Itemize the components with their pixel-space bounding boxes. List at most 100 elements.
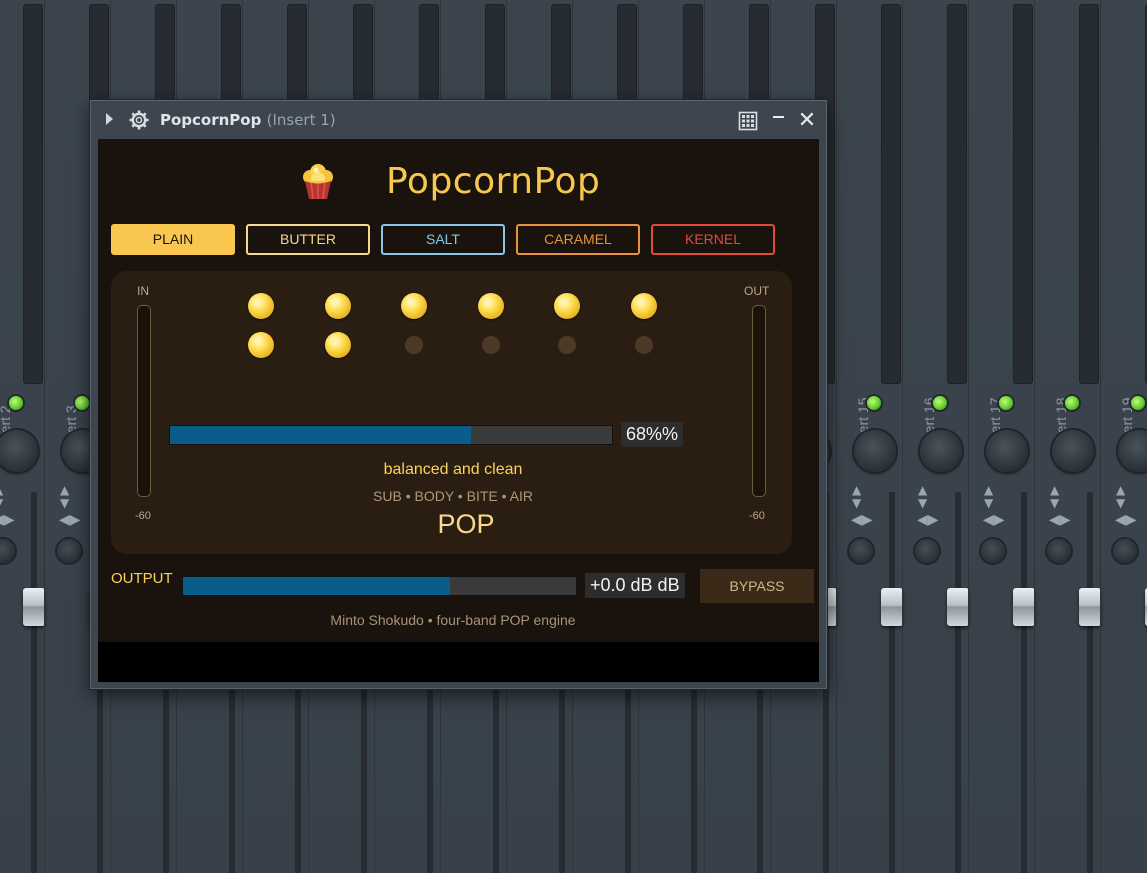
plugin-window: PopcornPop (Insert 1) ✕ PopcornPop PLAIN… <box>90 100 827 689</box>
in-meter <box>137 305 151 497</box>
mixer-strip: Insert 18 ▲ ▼ ◀▶ <box>1034 0 1101 873</box>
in-meter-label: IN <box>137 284 149 298</box>
out-meter-label: OUT <box>744 284 770 298</box>
window-title-insert: (Insert 1) <box>266 111 336 129</box>
strip-stereo-icon[interactable]: ▲▼ <box>852 484 861 510</box>
strip-fader[interactable] <box>1013 588 1035 626</box>
strip-swap-icon[interactable]: ◀▶ <box>917 512 939 528</box>
strip-fader-track <box>889 492 895 873</box>
strip-pan-knob[interactable] <box>1118 430 1147 472</box>
pop-dot-lit <box>554 293 580 319</box>
strip-enable-led[interactable] <box>867 396 881 410</box>
strip-pan-knob[interactable] <box>0 430 38 472</box>
strip-small-knob[interactable] <box>57 539 81 563</box>
triangle-right-icon[interactable] <box>106 113 113 125</box>
pop-dot-lit <box>324 332 351 358</box>
strip-enable-led[interactable] <box>75 396 89 410</box>
strip-enable-led[interactable] <box>1065 396 1079 410</box>
strip-stereo-icon[interactable]: ▲▼ <box>984 484 993 510</box>
strip-swap-icon[interactable]: ◀▶ <box>1115 512 1137 528</box>
window-title: PopcornPop (Insert 1) <box>160 111 336 129</box>
pop-dot-unlit <box>481 336 500 354</box>
popcorn-icon <box>303 164 333 200</box>
window-titlebar[interactable]: PopcornPop (Insert 1) ✕ <box>91 101 826 139</box>
output-label: OUTPUT <box>111 570 173 587</box>
preset-button-caramel[interactable]: CARAMEL <box>516 224 640 255</box>
strip-small-knob[interactable] <box>0 539 15 563</box>
pop-dot-lit <box>630 293 657 319</box>
mixer-strip: Insert 15 ▲ ▼ ◀▶ <box>836 0 903 873</box>
preset-description: balanced and clean <box>383 461 523 478</box>
strip-small-knob[interactable] <box>1047 539 1071 563</box>
strip-fader-track <box>1021 492 1027 873</box>
strip-swap-icon[interactable]: ◀▶ <box>851 512 873 528</box>
minimize-icon[interactable] <box>772 109 786 123</box>
strip-meter <box>1013 4 1033 384</box>
strip-stereo-icon[interactable]: ▲▼ <box>1050 484 1059 510</box>
strip-fader[interactable] <box>1079 588 1101 626</box>
pop-dot-unlit <box>558 336 576 354</box>
strip-small-knob[interactable] <box>915 539 939 563</box>
pop-slider[interactable] <box>169 425 613 445</box>
strip-enable-led[interactable] <box>1131 396 1145 410</box>
gear-icon[interactable] <box>129 110 149 130</box>
bypass-button[interactable]: BYPASS <box>700 569 814 603</box>
out-meter <box>752 305 766 497</box>
band-list: SUB • BODY • BITE • AIR <box>373 488 533 504</box>
preset-button-kernel[interactable]: KERNEL <box>651 224 775 255</box>
strip-swap-icon[interactable]: ◀▶ <box>1049 512 1071 528</box>
pop-dot-lit <box>324 293 351 319</box>
strip-swap-icon[interactable]: ◀▶ <box>0 512 15 528</box>
strip-fader-track <box>1087 492 1093 873</box>
strip-pan-knob[interactable] <box>920 430 962 472</box>
output-slider[interactable] <box>182 576 577 596</box>
window-title-name: PopcornPop <box>160 111 262 129</box>
strip-stereo-icon[interactable]: ▲▼ <box>0 484 3 510</box>
close-icon[interactable]: ✕ <box>797 110 817 132</box>
strip-pan-knob[interactable] <box>854 430 896 472</box>
grid-icon[interactable] <box>738 111 758 131</box>
plugin-footer: Minto Shokudo • four-band POP engine <box>330 612 576 628</box>
mixer-strip: Insert 17 ▲ ▼ ◀▶ <box>968 0 1035 873</box>
strip-stereo-icon[interactable]: ▲▼ <box>60 484 69 510</box>
strip-meter <box>881 4 901 384</box>
strip-small-knob[interactable] <box>1113 539 1137 563</box>
pop-dot-lit <box>477 293 504 319</box>
pop-dot-lit <box>248 293 274 319</box>
pop-panel: IN -60 OUT -60 POP 68%% balanced and cle… <box>111 271 792 554</box>
pop-dot-lit <box>401 293 427 319</box>
strip-pan-knob[interactable] <box>986 430 1028 472</box>
strip-meter <box>1079 4 1099 384</box>
in-meter-floor: -60 <box>135 510 151 522</box>
plugin-title: PopcornPop <box>386 161 601 202</box>
strip-enable-led[interactable] <box>999 396 1013 410</box>
strip-fader[interactable] <box>947 588 969 626</box>
preset-button-plain[interactable]: PLAIN <box>111 224 235 255</box>
strip-fader-track <box>31 492 37 873</box>
pop-value[interactable]: 68%% <box>621 422 684 447</box>
mixer-strip: Insert 16 ▲ ▼ ◀▶ <box>902 0 969 873</box>
strip-swap-icon[interactable]: ◀▶ <box>983 512 1005 528</box>
strip-stereo-icon[interactable]: ▲▼ <box>1116 484 1125 510</box>
plugin-bottom-bar <box>98 642 819 682</box>
strip-enable-led[interactable] <box>933 396 947 410</box>
strip-stereo-icon[interactable]: ▲▼ <box>918 484 927 510</box>
pop-dot-unlit <box>405 336 423 354</box>
pop-slider-fill <box>170 426 471 444</box>
strip-enable-led[interactable] <box>9 396 23 410</box>
strip-fader[interactable] <box>23 588 45 626</box>
output-slider-fill <box>183 577 451 595</box>
strip-swap-icon[interactable]: ◀▶ <box>59 512 81 528</box>
mixer-strip: Insert 19 ▲ ▼ ◀▶ <box>1100 0 1147 873</box>
strip-fader[interactable] <box>881 588 903 626</box>
strip-small-knob[interactable] <box>849 539 873 563</box>
pop-label: POP <box>437 509 495 539</box>
mixer-strip: Insert 2▲▼◀▶ <box>0 0 45 873</box>
preset-button-butter[interactable]: BUTTER <box>246 224 370 255</box>
preset-button-salt[interactable]: SALT <box>381 224 505 255</box>
output-value[interactable]: +0.0 dB dB <box>585 573 685 598</box>
strip-pan-knob[interactable] <box>1052 430 1094 472</box>
strip-meter <box>947 4 967 384</box>
strip-small-knob[interactable] <box>981 539 1005 563</box>
pop-dot-unlit <box>634 336 653 354</box>
